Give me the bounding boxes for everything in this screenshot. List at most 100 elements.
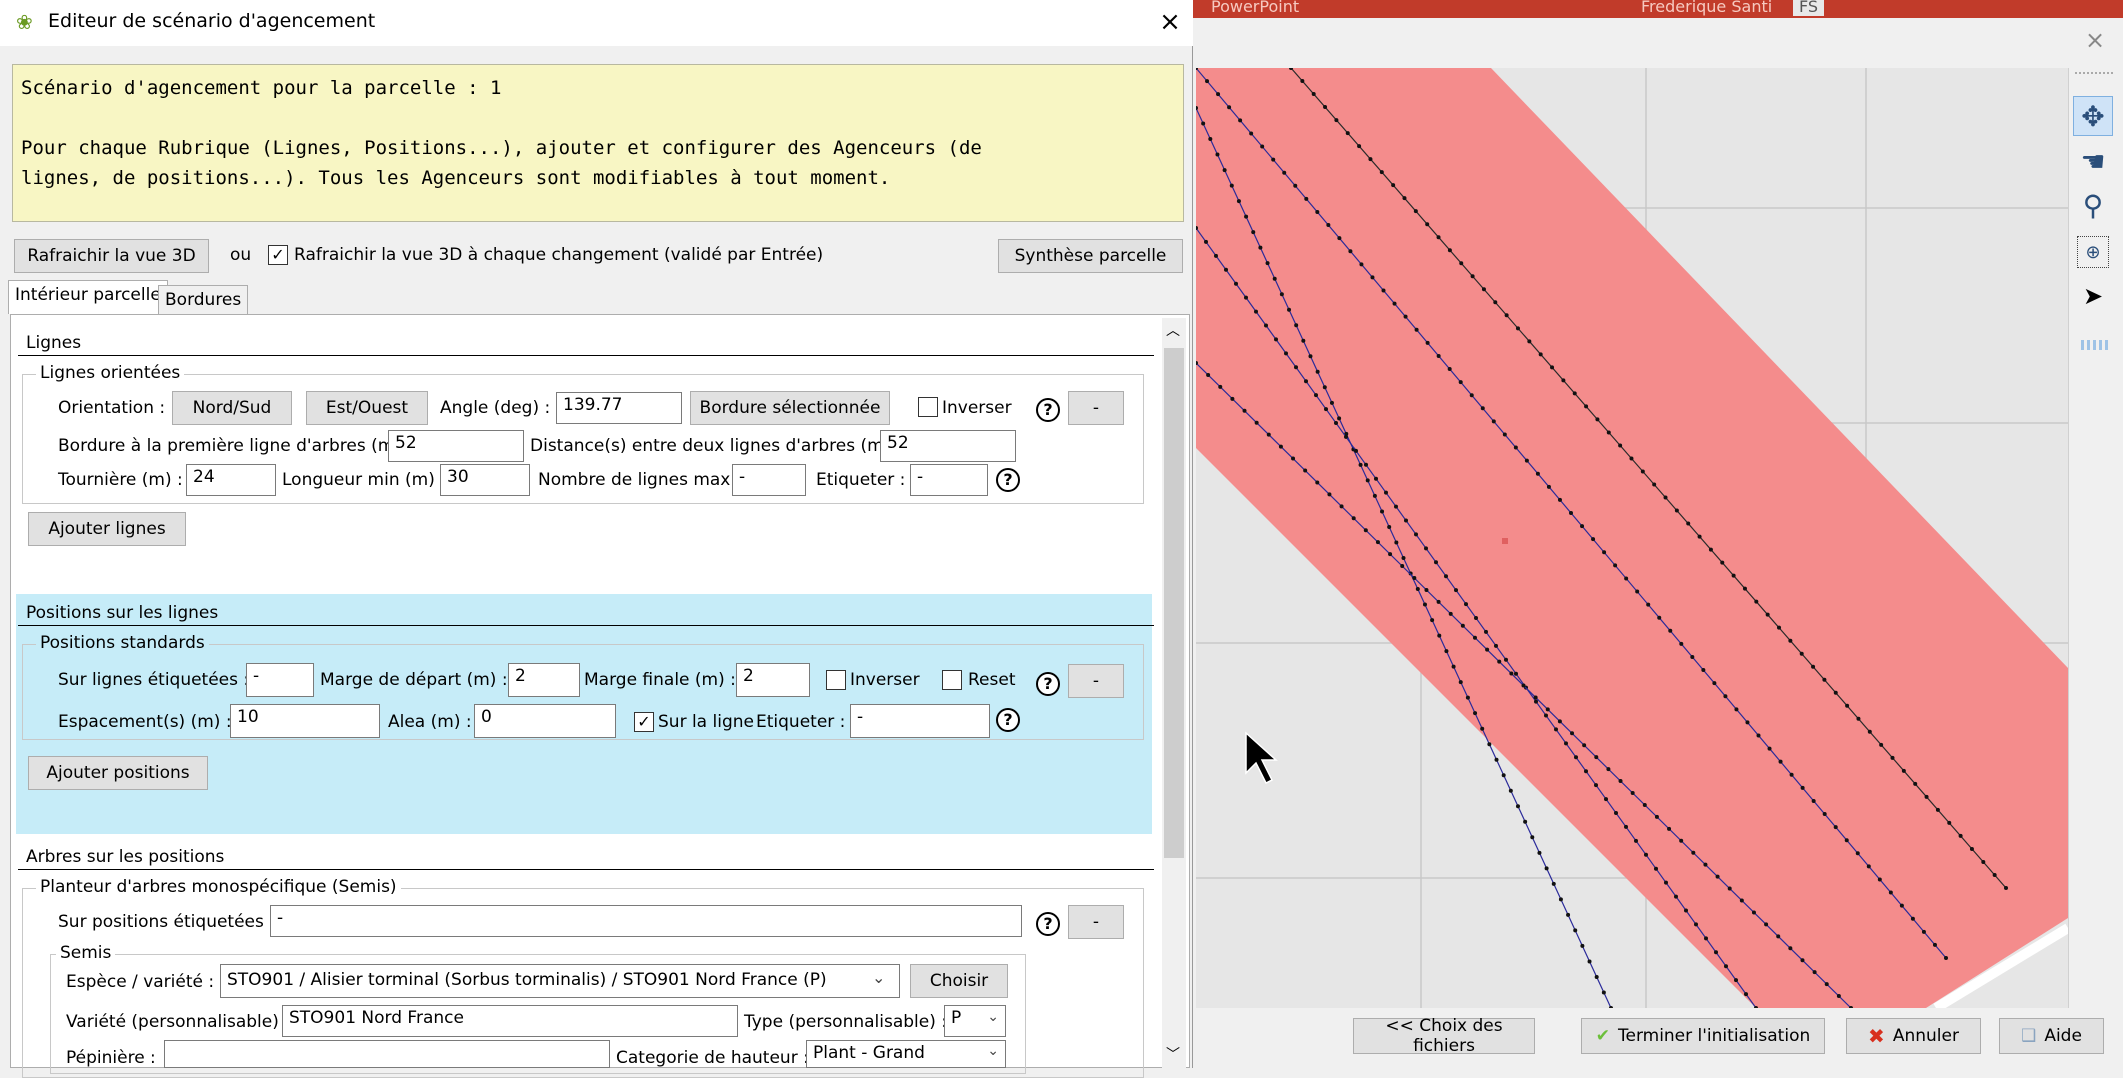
add-lines-button[interactable]: Ajouter lignes bbox=[28, 512, 186, 546]
tree-position bbox=[1958, 833, 1963, 838]
on-line-label: Sur la ligne bbox=[658, 712, 754, 732]
finish-initialization-button[interactable]: ✔ Terminer l'initialisation bbox=[1581, 1018, 1825, 1054]
chevron-down-icon: ⌄ bbox=[987, 1009, 999, 1025]
zoom-box-icon[interactable]: ⊕ bbox=[2077, 236, 2109, 268]
tagged-lines-label: Sur lignes étiquetées : bbox=[58, 670, 250, 690]
angle-input[interactable]: 139.77 bbox=[556, 392, 682, 424]
zoom-icon[interactable]: ⚲ bbox=[2073, 186, 2113, 226]
tree-position bbox=[1668, 628, 1673, 633]
end-margin-input[interactable]: 2 bbox=[736, 663, 810, 697]
rotate-icon[interactable]: ✥ bbox=[2073, 96, 2113, 136]
random-input[interactable]: 0 bbox=[474, 704, 616, 738]
tagged-lines-input[interactable]: - bbox=[246, 663, 314, 697]
tree-position bbox=[1364, 462, 1368, 467]
dialog-title: Editeur de scénario d'agencement bbox=[48, 10, 376, 32]
tree-position bbox=[1359, 262, 1364, 267]
tree-position bbox=[1271, 157, 1276, 162]
tree-position bbox=[1392, 301, 1397, 306]
toolbar-grip bbox=[2075, 72, 2113, 74]
parcel-summary-button[interactable]: Synthèse parcelle bbox=[998, 239, 1183, 273]
tree-position bbox=[2004, 886, 2008, 890]
dialog-close-button[interactable]: × bbox=[1152, 4, 1188, 40]
tagged-positions-input[interactable]: - bbox=[270, 905, 1022, 937]
tree-position bbox=[1497, 659, 1502, 664]
tree-position bbox=[1580, 524, 1585, 529]
first-row-distance-input[interactable]: 52 bbox=[388, 430, 524, 462]
type-select[interactable]: P ⌄ bbox=[944, 1005, 1006, 1037]
tree-position bbox=[1890, 755, 1895, 760]
tree-position bbox=[1594, 974, 1599, 979]
viewer-close-button[interactable]: × bbox=[2085, 26, 2105, 54]
tree-position bbox=[1704, 936, 1708, 941]
choose-species-button[interactable]: Choisir bbox=[910, 964, 1008, 998]
scroll-up-icon[interactable]: ︿ bbox=[1166, 320, 1180, 340]
positions-reset-checkbox[interactable] bbox=[942, 670, 962, 690]
positions-tag-input[interactable]: - bbox=[850, 704, 990, 738]
max-rows-label: Nombre de lignes max : bbox=[538, 470, 742, 490]
lines-tag-input[interactable]: - bbox=[910, 464, 988, 496]
tree-position bbox=[1550, 365, 1555, 370]
tree-position bbox=[1334, 118, 1339, 123]
tree-position bbox=[1667, 826, 1672, 831]
positions-invert-checkbox[interactable] bbox=[826, 670, 846, 690]
east-west-button[interactable]: Est/Ouest bbox=[306, 391, 428, 425]
tree-position bbox=[1789, 772, 1794, 777]
positions-help-icon[interactable]: ? bbox=[1036, 672, 1060, 696]
pan-hand-icon[interactable]: ☚ bbox=[2073, 142, 2113, 182]
selected-border-button[interactable]: Bordure sélectionnée bbox=[690, 391, 890, 425]
help-button[interactable]: ❑ Aide bbox=[1999, 1018, 2104, 1054]
species-value: STO901 / Alisier torminal (Sorbus tormin… bbox=[227, 970, 827, 990]
lines-remove-button[interactable]: - bbox=[1068, 391, 1124, 425]
tree-position bbox=[1236, 199, 1241, 204]
refresh-3d-button[interactable]: Rafraichir la vue 3D bbox=[14, 239, 209, 273]
tree-position bbox=[1206, 372, 1211, 377]
tree-position bbox=[1514, 671, 1518, 676]
row-spacing-input[interactable]: 52 bbox=[880, 430, 1016, 462]
tree-position bbox=[1493, 300, 1498, 305]
tree-position bbox=[1720, 560, 1725, 565]
tree-position bbox=[1606, 430, 1611, 435]
species-select[interactable]: STO901 / Alisier torminal (Sorbus tormin… bbox=[220, 964, 900, 998]
tab-borders[interactable]: Bordures bbox=[158, 285, 249, 315]
tree-position bbox=[1734, 707, 1739, 712]
trees-remove-button[interactable]: - bbox=[1068, 905, 1124, 939]
tree-position bbox=[1513, 445, 1518, 450]
tree-position bbox=[1368, 157, 1373, 162]
add-positions-button[interactable]: Ajouter positions bbox=[28, 756, 208, 790]
lines-tag-help-icon[interactable]: ? bbox=[996, 468, 1020, 492]
trees-help-icon[interactable]: ? bbox=[1036, 912, 1060, 936]
scroll-down-icon[interactable]: ﹀ bbox=[1166, 1044, 1180, 1064]
max-rows-input[interactable]: - bbox=[732, 464, 806, 496]
nursery-input[interactable] bbox=[164, 1040, 610, 1068]
positions-reset-label: Reset bbox=[968, 670, 1016, 690]
tree-position bbox=[1756, 733, 1761, 738]
select-arrow-icon[interactable]: ➤ bbox=[2073, 276, 2113, 316]
on-line-checkbox[interactable]: ✓ bbox=[634, 712, 654, 732]
start-margin-input[interactable]: 2 bbox=[508, 663, 580, 697]
variety-input[interactable]: STO901 Nord France bbox=[282, 1005, 738, 1037]
positions-remove-button[interactable]: - bbox=[1068, 664, 1124, 698]
spacing-input[interactable]: 10 bbox=[230, 704, 380, 738]
layout-scenario-dialog: ❀ Editeur de scénario d'agencement × Scé… bbox=[0, 0, 1193, 1078]
panel-scrollbar-thumb[interactable] bbox=[1164, 348, 1184, 858]
auto-refresh-checkbox[interactable]: ✓ bbox=[268, 245, 288, 265]
tab-interior-parcel[interactable]: Intérieur parcelle bbox=[8, 280, 168, 314]
cancel-button[interactable]: ✖ Annuler bbox=[1846, 1018, 1981, 1054]
tree-position bbox=[1404, 518, 1408, 523]
positions-tag-help-icon[interactable]: ? bbox=[996, 708, 1020, 732]
back-to-files-button[interactable]: << Choix des fichiers bbox=[1353, 1016, 1535, 1056]
north-south-button[interactable]: Nord/Sud bbox=[172, 391, 292, 425]
lines-invert-checkbox[interactable] bbox=[918, 397, 938, 417]
lines-help-icon[interactable]: ? bbox=[1036, 398, 1060, 422]
tree-position bbox=[1584, 404, 1589, 409]
3d-view[interactable] bbox=[1196, 68, 2068, 1008]
tree-position bbox=[1551, 881, 1556, 886]
tree-position bbox=[1587, 959, 1592, 964]
tree-position bbox=[1572, 391, 1577, 396]
headland-input[interactable]: 24 bbox=[186, 464, 276, 496]
tree-position bbox=[1458, 680, 1463, 685]
height-category-select[interactable]: Plant - Grand ⌄ bbox=[806, 1040, 1006, 1068]
tree-position bbox=[1521, 683, 1526, 688]
background-app-user: Frederique Santi bbox=[1641, 0, 1773, 16]
min-length-input[interactable]: 30 bbox=[440, 464, 530, 496]
